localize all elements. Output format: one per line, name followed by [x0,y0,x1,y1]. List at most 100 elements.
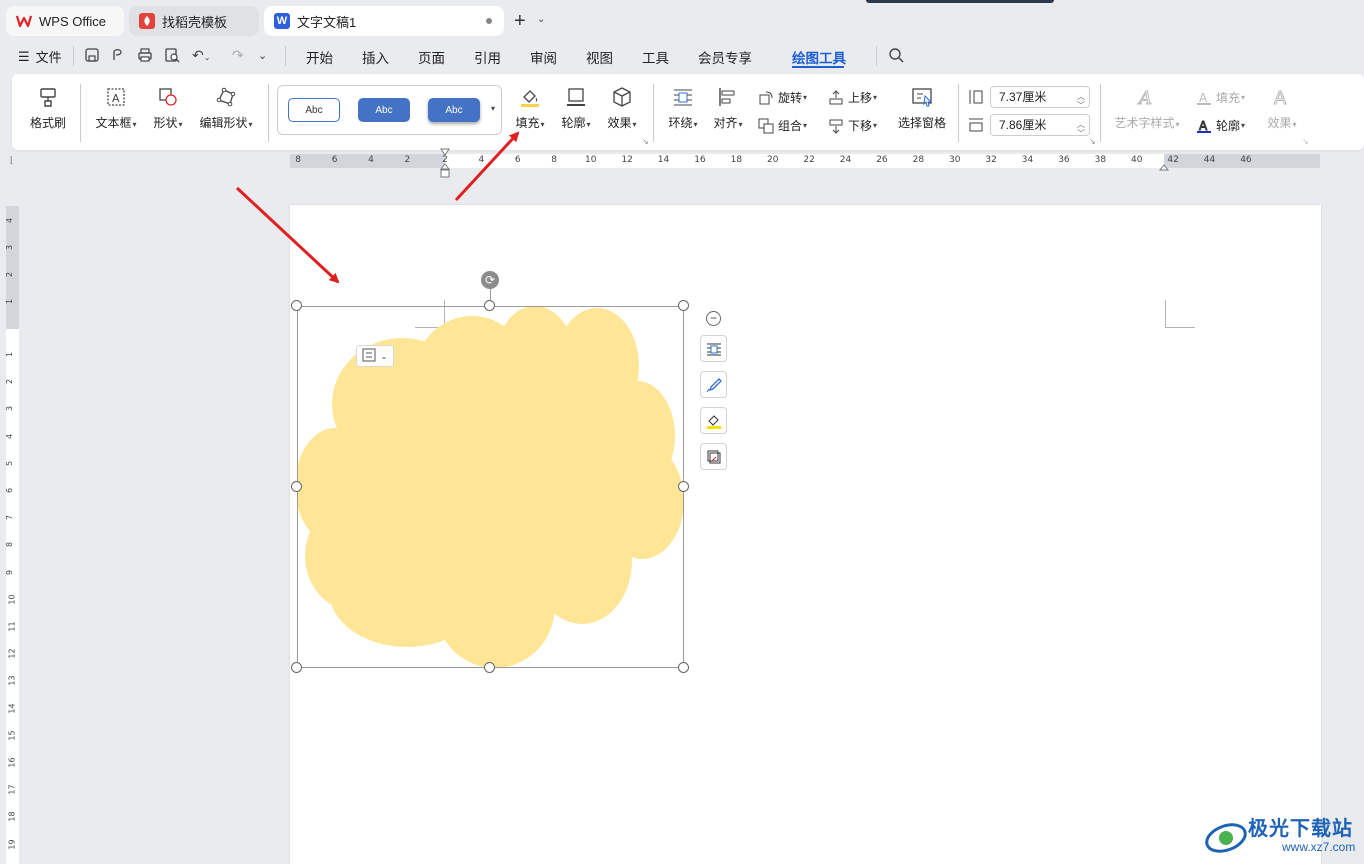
format-painter-icon [40,88,56,107]
menu-drawing-tools[interactable]: 绘图工具 [792,47,846,67]
docer-icon [139,13,155,29]
undo-icon[interactable]: ↶⌄ [192,47,210,64]
divider [653,84,654,142]
indent-marker-icon[interactable] [439,148,451,178]
shape-style-float-button[interactable] [700,371,727,398]
shape-button[interactable]: 形状▾ [148,86,188,131]
resize-handle-nw[interactable] [291,300,302,311]
menu-references[interactable]: 引用 [474,47,501,67]
tab-list-chevron-icon[interactable]: ⌄ [537,14,545,25]
dialog-launcher-icon[interactable]: ↘ [1089,137,1096,146]
dialog-launcher-icon[interactable]: ↘ [642,137,649,146]
styles-more-icon[interactable]: ▾ [491,104,495,113]
menu-insert[interactable]: 插入 [362,47,389,67]
menu-view[interactable]: 视图 [586,47,613,67]
ruler-tick-label: 32 [985,155,997,165]
ruler-tick-label: 4 [5,433,15,439]
ruler-tick-label: 15 [7,730,17,741]
ruler-tick-label: 12 [7,648,17,659]
chevron-down-icon: ▾ [803,121,808,130]
menu-review[interactable]: 审阅 [530,47,557,67]
resize-handle-e[interactable] [678,481,689,492]
tab-wps-office[interactable]: WPS Office [6,6,124,36]
tab-docer-templates[interactable]: 找稻壳模板 [129,6,259,36]
chevron-down-icon: ▾ [873,93,878,102]
right-indent-marker-icon[interactable] [1158,163,1170,173]
ruler-tick-label: 4 [368,155,374,165]
layout-options-button[interactable] [700,335,727,362]
menu-tools[interactable]: 工具 [642,47,669,67]
bring-forward-button[interactable]: 上移 ▾ [828,89,877,106]
menu-member[interactable]: 会员专享 [698,47,752,67]
text-outline-button[interactable]: A 轮廓 ▾ [1196,117,1245,134]
shape-style-filled[interactable]: Abc [358,98,410,122]
resize-handle-se[interactable] [678,662,689,673]
fill-label: 填充 [515,116,540,130]
art-text-icon: A [1137,88,1153,109]
fill-bucket-icon [706,414,721,429]
text-fill-button[interactable]: A 填充 ▾ [1196,89,1245,106]
text-effect-icon: A [1274,88,1288,109]
redo-icon[interactable]: ↷ [232,47,244,64]
group-button[interactable]: 组合 ▾ [758,117,807,134]
export-pdf-icon[interactable] [110,47,126,66]
format-painter-button[interactable]: 格式刷 [26,86,70,131]
menu-home[interactable]: 开始 [306,47,333,67]
effect-button[interactable]: 效果▾ [602,86,642,131]
shape-outline-float-button[interactable] [700,443,727,470]
print-preview-icon[interactable] [164,47,180,66]
chevron-down-icon: ▾ [1241,121,1246,130]
shape-style-shadow[interactable]: Abc [428,98,480,122]
ruler-tick-label: 8 [5,542,15,548]
file-menu[interactable]: ☰ 文件 [18,47,62,66]
shape-width-icon [968,117,984,136]
collapse-toolbar-icon[interactable]: − [706,311,721,326]
art-text-style-button[interactable]: A 艺术字样式▾ [1110,86,1184,131]
outline-button[interactable]: 轮廓▾ [556,86,596,131]
ruler-tick-label: 10 [7,594,17,605]
text-effect-button[interactable]: A 效果▾ [1262,86,1302,131]
resize-handle-s[interactable] [484,662,495,673]
rotate-button[interactable]: 旋转 ▾ [758,89,807,106]
spin-down-icon[interactable]: ﹀ [1077,96,1085,116]
ruler-tick-label: 13 [7,675,17,686]
shape-style-outline[interactable]: Abc [288,98,340,122]
send-backward-button[interactable]: 下移 ▾ [828,117,877,134]
text-layout-float-button[interactable]: ⌄ [356,345,394,367]
text-fill-label: 填充 [1216,91,1241,105]
menu-page[interactable]: 页面 [418,47,445,67]
fill-button[interactable]: 填充▾ [512,86,548,131]
resize-handle-ne[interactable] [678,300,689,311]
ruler-tick-label: 34 [1021,155,1034,165]
ruler-corner-icon[interactable]: ⌊ [10,155,14,166]
ruler-tick-label: 18 [7,811,17,822]
edit-shape-button[interactable]: 编辑形状▾ [194,86,258,131]
tab-document[interactable]: W 文字文稿1 [264,6,504,36]
spin-down-icon[interactable]: ﹀ [1077,124,1085,144]
writer-icon: W [274,13,290,29]
search-icon[interactable] [888,47,904,66]
resize-handle-n[interactable] [484,300,495,311]
rotate-handle-icon[interactable]: ⟳ [481,271,499,289]
edit-shape-icon [216,87,236,107]
resize-handle-sw[interactable] [291,662,302,673]
selection-pane-button[interactable]: 选择窗格 [896,86,948,131]
dialog-launcher-icon[interactable]: ↘ [1302,137,1309,146]
text-effect-label: 效果 [1267,116,1292,130]
shape-height-input[interactable]: 7.37厘米 ︿ ﹀ [990,86,1090,110]
wrap-button[interactable]: 环绕▾ [662,86,704,131]
unsaved-dot-icon[interactable] [486,18,492,24]
selection-pane-icon [912,88,933,107]
resize-handle-w[interactable] [291,481,302,492]
divider [1100,84,1101,142]
ruler-tick-label: 2 [404,155,411,165]
shape-fill-float-button[interactable] [700,407,727,434]
text-box-button[interactable]: A 文本框▾ [90,86,142,131]
save-icon[interactable] [84,47,100,66]
align-button[interactable]: 对齐▾ [708,86,748,131]
ruler-tick-label: 24 [839,155,852,165]
shape-width-input[interactable]: 7.86厘米 ︿ ﹀ [990,114,1090,138]
quick-access-chevron-icon[interactable]: ⌄ [258,49,267,62]
print-icon[interactable] [137,47,153,66]
new-tab-plus-icon[interactable]: + [514,10,526,33]
